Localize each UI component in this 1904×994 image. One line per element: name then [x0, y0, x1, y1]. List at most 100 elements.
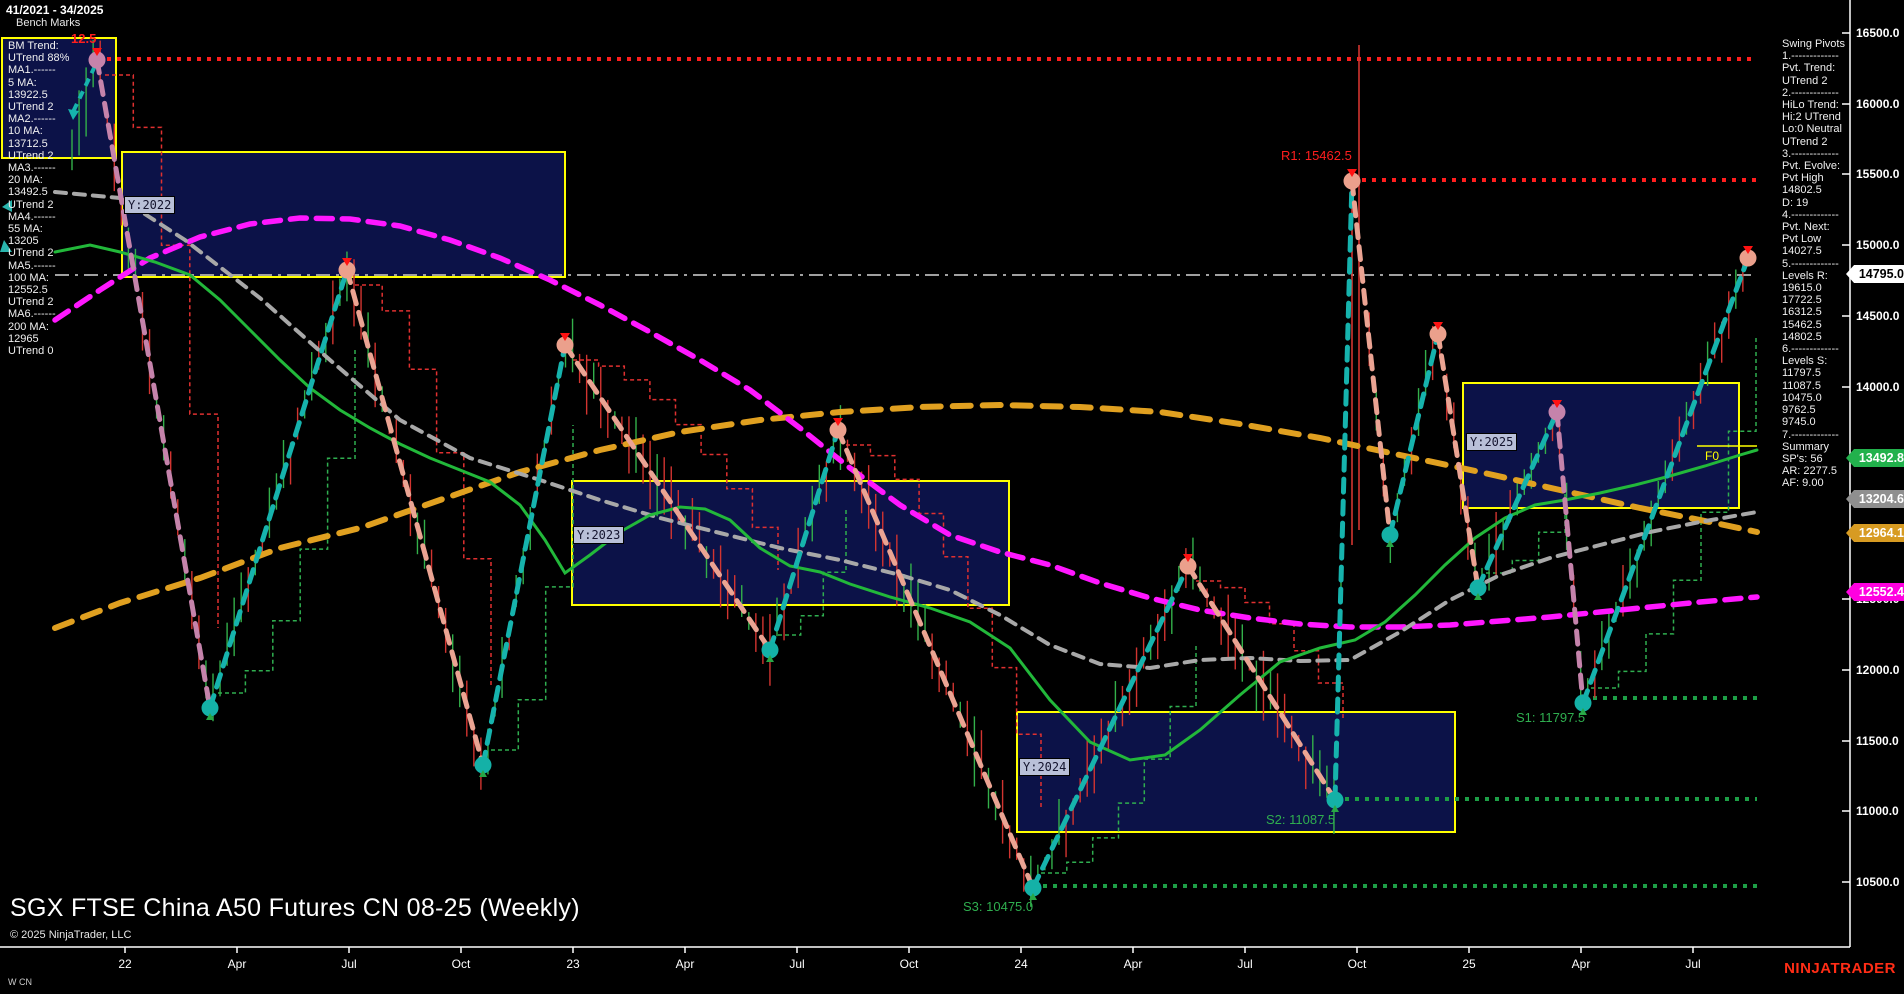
support-label: S2: 11087.5: [1266, 812, 1335, 827]
time-axis-label: 23: [566, 957, 579, 971]
swing-panel-line: 16312.5: [1782, 306, 1845, 318]
price-axis-label: 11000.0: [1856, 804, 1899, 818]
swing-panel-line: 7.-------------: [1782, 429, 1845, 441]
swing-panel-line: SP's: 56: [1782, 453, 1845, 465]
time-axis-label: Jul: [1685, 957, 1700, 971]
bm-panel-line: UTrend 0: [8, 345, 69, 357]
time-axis-label: Jul: [789, 957, 804, 971]
bm-panel-line: 12965: [8, 333, 69, 345]
year-chip: Y:2022: [124, 196, 175, 214]
time-axis-label: Apr: [1572, 957, 1591, 971]
bm-panel-line: 13712.5: [8, 138, 69, 150]
bm-panel-line: 10 MA:: [8, 125, 69, 137]
bm-panel-line: 13492.5: [8, 186, 69, 198]
bm-panel-line: 13205: [8, 235, 69, 247]
resistance-label: R1: 15462.5: [1281, 148, 1352, 163]
price-axis-label: 16000.0: [1856, 97, 1899, 111]
bm-panel-line: MA2.------: [8, 113, 69, 125]
price-tag: 12964.1: [1846, 524, 1904, 542]
swing-panel-line: Hi:2 UTrend: [1782, 111, 1845, 123]
swing-panel-line: 3.-------------: [1782, 148, 1845, 160]
swing-panel-line: 14027.5: [1782, 245, 1845, 257]
ninjatrader-chart-window: Y:2022 Y:2023 Y:2024 Y:2025 R1: 15462.5 S1: 1…: [0, 0, 1904, 994]
swing-leg: [1390, 334, 1438, 535]
bm-panel-line: MA3.------: [8, 162, 69, 174]
price-axis-label: 11500.0: [1856, 734, 1899, 748]
swing-panel-line: Levels S:: [1782, 355, 1845, 367]
swing-panel-line: 2.-------------: [1782, 87, 1845, 99]
price-tag: 13204.6: [1846, 490, 1904, 508]
time-axis-label: 25: [1462, 957, 1475, 971]
bm-panel-line: 13922.5: [8, 89, 69, 101]
swing-panel-line: Summary: [1782, 441, 1845, 453]
bm-panel-line: 200 MA:: [8, 321, 69, 333]
time-axis-label: Apr: [676, 957, 695, 971]
price-tag: 14795.0: [1846, 265, 1904, 283]
swing-panel-line: Levels R:: [1782, 270, 1845, 282]
bm-panel-line: UTrend 88%: [8, 52, 69, 64]
date-range-label: 41/2021 - 34/2025: [6, 3, 103, 17]
swing-panel-line: 10475.0: [1782, 392, 1845, 404]
swing-panel-line: 15462.5: [1782, 319, 1845, 331]
year-chip: Y:2023: [573, 526, 624, 544]
benchmarks-title: Bench Marks: [16, 17, 80, 29]
chart-canvas[interactable]: [0, 0, 1904, 994]
f0-label: F0: [1705, 449, 1719, 463]
bm-panel-line: 20 MA:: [8, 174, 69, 186]
time-axis-label: Apr: [1124, 957, 1143, 971]
bm-panel-line: UTrend 2: [8, 150, 69, 162]
year-chip: Y:2025: [1466, 433, 1517, 451]
time-axis-label: Oct: [900, 957, 919, 971]
swing-leg: [347, 270, 483, 765]
swing-panel-line: AF: 9.00: [1782, 477, 1845, 489]
bm-panel-line: MA5.------: [8, 260, 69, 272]
swing-panel-line: 17722.5: [1782, 294, 1845, 306]
copyright-label: © 2025 NinjaTrader, LLC: [10, 929, 131, 941]
swing-panel-line: UTrend 2: [1782, 136, 1845, 148]
swing-panel-line: 4.-------------: [1782, 209, 1845, 221]
bm-panel-line: UTrend 2: [8, 101, 69, 113]
price-axis-label: 12000.0: [1856, 663, 1899, 677]
swing-panel-line: Pvt. Trend:: [1782, 62, 1845, 74]
time-axis-label: Apr: [228, 957, 247, 971]
swing-panel-line: 11087.5: [1782, 380, 1845, 392]
swing-panel-line: UTrend 2: [1782, 75, 1845, 87]
swing-panel-line: Pvt. Evolve:: [1782, 160, 1845, 172]
price-axis-label: 14500.0: [1856, 309, 1899, 323]
swing-panel-line: 9762.5: [1782, 404, 1845, 416]
swing-panel-line: 6.-------------: [1782, 343, 1845, 355]
bm-panel-line: MA6.------: [8, 308, 69, 320]
benchmarks-panel: BM Trend:UTrend 88%MA1.------5 MA:13922.…: [8, 40, 69, 357]
swing-panel-line: 1.-------------: [1782, 50, 1845, 62]
ninjatrader-logo: NINJATRADER: [1784, 960, 1896, 977]
swing-panel-line: Pvt. Next:: [1782, 221, 1845, 233]
bm-panel-line: UTrend 2: [8, 199, 69, 211]
chart-title: SGX FTSE China A50 Futures CN 08-25 (Wee…: [10, 894, 580, 923]
price-axis-label: 10500.0: [1856, 875, 1899, 889]
support-label: S3: 10475.0: [963, 899, 1033, 914]
swing-panel-line: D: 19: [1782, 197, 1845, 209]
price-axis-label: 16500.0: [1856, 26, 1899, 40]
swing-panel-line: 14802.5: [1782, 331, 1845, 343]
price-axis-label: 15000.0: [1856, 238, 1899, 252]
time-axis-label: Oct: [1348, 957, 1367, 971]
time-axis-label: Oct: [452, 957, 471, 971]
swing-panel-line: Swing Pivots: [1782, 38, 1845, 50]
swing-leg: [1352, 181, 1390, 535]
interval-label: W CN: [8, 977, 32, 987]
bm-panel-line: MA4.------: [8, 211, 69, 223]
year-chip: Y:2024: [1019, 758, 1070, 776]
time-axis-label: 24: [1014, 957, 1027, 971]
price-axis-label: 15500.0: [1856, 167, 1899, 181]
support-label: S1: 11797.5: [1516, 710, 1585, 725]
price-tag: 13492.8: [1846, 449, 1904, 467]
bm-panel-line: MA1.------: [8, 64, 69, 76]
swing-panel-line: 14802.5: [1782, 184, 1845, 196]
price-axis-label: 14000.0: [1856, 380, 1899, 394]
bm-panel-line: 12552.5: [8, 284, 69, 296]
swing-panel-line: 9745.0: [1782, 416, 1845, 428]
swing-panel-line: AR: 2277.5: [1782, 465, 1845, 477]
year-box: [1017, 712, 1455, 832]
bm-panel-line: 55 MA:: [8, 223, 69, 235]
bm-panel-line: UTrend 2: [8, 296, 69, 308]
